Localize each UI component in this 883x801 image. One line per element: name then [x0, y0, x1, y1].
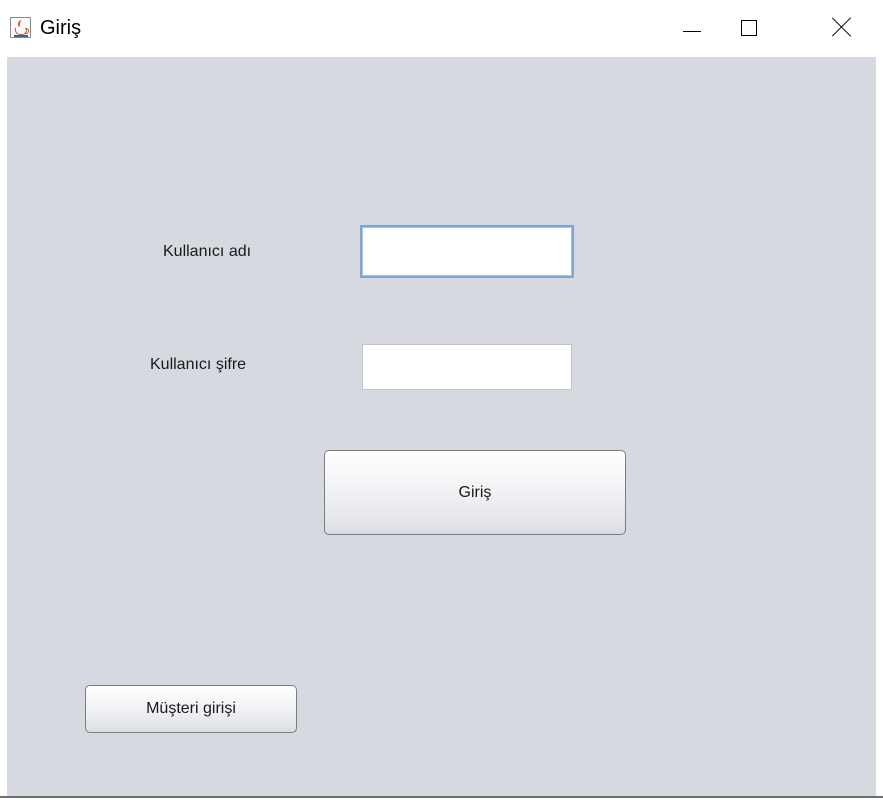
close-icon [831, 16, 853, 38]
form-panel: Kullanıcı adı Kullanıcı şifre Giriş Müşt… [7, 57, 876, 796]
minimize-icon [683, 31, 701, 32]
login-button[interactable]: Giriş [324, 450, 626, 535]
password-input[interactable] [362, 344, 572, 390]
window-bottom-border [0, 796, 883, 801]
window-title: Giriş [40, 17, 82, 39]
title-bar[interactable]: Giriş [0, 0, 883, 57]
maximize-button[interactable] [720, 0, 780, 57]
login-window: Giriş Kullanıcı adı Kullanıcı şifre Giri… [0, 0, 883, 801]
close-button[interactable] [815, 0, 875, 57]
minimize-button[interactable] [660, 0, 720, 57]
maximize-icon [741, 20, 757, 36]
username-input[interactable] [360, 225, 574, 278]
customer-login-button[interactable]: Müşteri girişi [85, 685, 297, 733]
username-label: Kullanıcı adı [163, 243, 252, 260]
java-cup-icon [10, 17, 31, 38]
password-label: Kullanıcı şifre [150, 356, 247, 373]
